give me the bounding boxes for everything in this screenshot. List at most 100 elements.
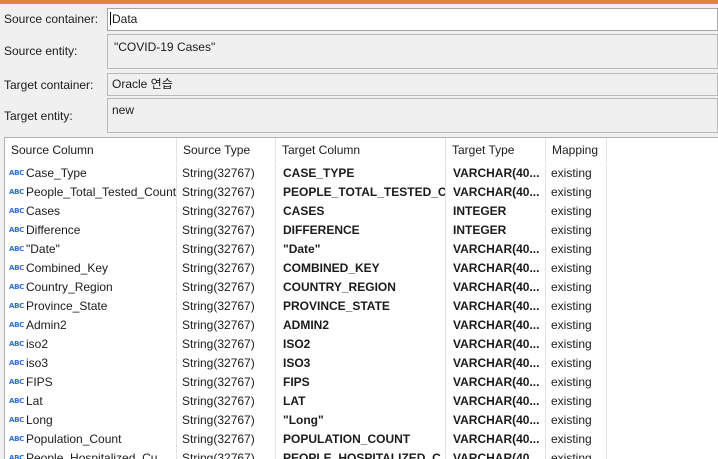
- source-column-cell[interactable]: ABC Long: [5, 411, 177, 430]
- table-row[interactable]: ABC iso2 String(32767) ISO2 VARCHAR(40... exi…: [5, 335, 718, 354]
- target-type-cell[interactable]: VARCHAR(40...: [446, 354, 546, 373]
- mapping-cell[interactable]: existing: [546, 202, 607, 221]
- target-column-cell[interactable]: DIFFERENCE: [276, 221, 446, 240]
- source-column-cell[interactable]: ABC Province_State: [5, 297, 177, 316]
- table-row[interactable]: ABC People_Hospitalized_Cu... String(32767…: [5, 449, 718, 459]
- source-type-cell[interactable]: String(32767): [177, 297, 276, 316]
- target-type-cell[interactable]: VARCHAR(40...: [446, 392, 546, 411]
- mapping-cell[interactable]: existing: [546, 221, 607, 240]
- target-type-cell[interactable]: VARCHAR(40...: [446, 430, 546, 449]
- target-column-cell[interactable]: ISO3: [276, 354, 446, 373]
- source-column-cell[interactable]: ABC FIPS: [5, 373, 177, 392]
- target-column-cell[interactable]: PROVINCE_STATE: [276, 297, 446, 316]
- mapping-cell[interactable]: existing: [546, 392, 607, 411]
- mapping-cell[interactable]: existing: [546, 183, 607, 202]
- source-type-cell[interactable]: String(32767): [177, 164, 276, 183]
- source-column-cell[interactable]: ABC Admin2: [5, 316, 177, 335]
- table-row[interactable]: ABC Province_State String(32767) PROVINCE_S…: [5, 297, 718, 316]
- table-row[interactable]: ABC People_Total_Tested_Count String(32767…: [5, 183, 718, 202]
- source-type-cell[interactable]: String(32767): [177, 354, 276, 373]
- table-row[interactable]: ABC Admin2 String(32767) ADMIN2 VARCHAR(40..…: [5, 316, 718, 335]
- target-column-cell[interactable]: "Long": [276, 411, 446, 430]
- mapping-cell[interactable]: existing: [546, 297, 607, 316]
- target-column-cell[interactable]: COMBINED_KEY: [276, 259, 446, 278]
- target-column-cell[interactable]: CASES: [276, 202, 446, 221]
- source-column-cell[interactable]: ABC People_Hospitalized_Cu...: [5, 449, 177, 459]
- source-type-cell[interactable]: String(32767): [177, 430, 276, 449]
- source-type-cell[interactable]: String(32767): [177, 449, 276, 459]
- target-type-cell[interactable]: INTEGER: [446, 202, 546, 221]
- target-type-cell[interactable]: VARCHAR(40...: [446, 240, 546, 259]
- source-type-cell[interactable]: String(32767): [177, 240, 276, 259]
- table-row[interactable]: ABC Population_Count String(32767) POPULATI…: [5, 430, 718, 449]
- source-column-cell[interactable]: ABC Population_Count: [5, 430, 177, 449]
- target-column-cell[interactable]: ISO2: [276, 335, 446, 354]
- target-entity-field[interactable]: new: [107, 98, 718, 133]
- mapping-cell[interactable]: existing: [546, 278, 607, 297]
- source-column-cell[interactable]: ABC Case_Type: [5, 164, 177, 183]
- source-type-cell[interactable]: String(32767): [177, 221, 276, 240]
- target-column-cell[interactable]: ADMIN2: [276, 316, 446, 335]
- target-type-cell[interactable]: VARCHAR(40...: [446, 335, 546, 354]
- table-row[interactable]: ABC Country_Region String(32767) COUNTRY_RE…: [5, 278, 718, 297]
- column-header-target-column[interactable]: Target Column: [276, 138, 446, 163]
- column-header-source-column[interactable]: Source Column: [5, 138, 177, 163]
- target-type-cell[interactable]: VARCHAR(40...: [446, 411, 546, 430]
- source-type-cell[interactable]: String(32767): [177, 316, 276, 335]
- target-type-cell[interactable]: VARCHAR(40...: [446, 278, 546, 297]
- table-row[interactable]: ABC Cases String(32767) CASES INTEGER existin…: [5, 202, 718, 221]
- table-row[interactable]: ABC Combined_Key String(32767) COMBINED_KEY…: [5, 259, 718, 278]
- target-type-cell[interactable]: VARCHAR(40...: [446, 316, 546, 335]
- column-header-target-type[interactable]: Target Type: [446, 138, 546, 163]
- target-type-cell[interactable]: VARCHAR(40...: [446, 259, 546, 278]
- column-header-mapping[interactable]: Mapping: [546, 138, 607, 163]
- source-type-cell[interactable]: String(32767): [177, 202, 276, 221]
- source-entity-field[interactable]: "COVID-19 Cases": [107, 34, 718, 69]
- source-column-cell[interactable]: ABC Country_Region: [5, 278, 177, 297]
- target-type-cell[interactable]: VARCHAR(40...: [446, 373, 546, 392]
- source-column-cell[interactable]: ABC People_Total_Tested_Count: [5, 183, 177, 202]
- target-column-cell[interactable]: PEOPLE_TOTAL_TESTED_C...: [276, 183, 446, 202]
- target-column-cell[interactable]: CASE_TYPE: [276, 164, 446, 183]
- mapping-cell[interactable]: existing: [546, 430, 607, 449]
- table-row[interactable]: ABC "Date" String(32767) "Date" VARCHAR(40..…: [5, 240, 718, 259]
- mapping-cell[interactable]: existing: [546, 411, 607, 430]
- target-column-cell[interactable]: PEOPLE_HOSPITALIZED_C...: [276, 449, 446, 459]
- mapping-cell[interactable]: existing: [546, 164, 607, 183]
- mapping-cell[interactable]: existing: [546, 240, 607, 259]
- target-column-cell[interactable]: "Date": [276, 240, 446, 259]
- column-header-source-type[interactable]: Source Type: [177, 138, 276, 163]
- mapping-cell[interactable]: existing: [546, 316, 607, 335]
- source-type-cell[interactable]: String(32767): [177, 392, 276, 411]
- target-column-cell[interactable]: LAT: [276, 392, 446, 411]
- target-type-cell[interactable]: VARCHAR(40...: [446, 297, 546, 316]
- target-type-cell[interactable]: VARCHAR(40...: [446, 183, 546, 202]
- source-type-cell[interactable]: String(32767): [177, 183, 276, 202]
- target-container-field[interactable]: Oracle 연습: [107, 73, 718, 96]
- target-column-cell[interactable]: FIPS: [276, 373, 446, 392]
- target-column-cell[interactable]: POPULATION_COUNT: [276, 430, 446, 449]
- source-column-cell[interactable]: ABC Cases: [5, 202, 177, 221]
- source-column-cell[interactable]: ABC Combined_Key: [5, 259, 177, 278]
- table-row[interactable]: ABC Case_Type String(32767) CASE_TYPE VARCHA…: [5, 164, 718, 183]
- target-column-cell[interactable]: COUNTRY_REGION: [276, 278, 446, 297]
- mapping-cell[interactable]: existing: [546, 449, 607, 459]
- target-type-cell[interactable]: INTEGER: [446, 221, 546, 240]
- source-type-cell[interactable]: String(32767): [177, 373, 276, 392]
- table-row[interactable]: ABC iso3 String(32767) ISO3 VARCHAR(40... exi…: [5, 354, 718, 373]
- source-column-cell[interactable]: ABC Lat: [5, 392, 177, 411]
- table-row[interactable]: ABC Difference String(32767) DIFFERENCE INTE…: [5, 221, 718, 240]
- table-row[interactable]: ABC Long String(32767) "Long" VARCHAR(40... e…: [5, 411, 718, 430]
- mapping-cell[interactable]: existing: [546, 373, 607, 392]
- mapping-cell[interactable]: existing: [546, 335, 607, 354]
- source-type-cell[interactable]: String(32767): [177, 411, 276, 430]
- source-type-cell[interactable]: String(32767): [177, 259, 276, 278]
- source-type-cell[interactable]: String(32767): [177, 335, 276, 354]
- source-type-cell[interactable]: String(32767): [177, 278, 276, 297]
- source-column-cell[interactable]: ABC iso2: [5, 335, 177, 354]
- table-row[interactable]: ABC FIPS String(32767) FIPS VARCHAR(40... exi…: [5, 373, 718, 392]
- target-type-cell[interactable]: VARCHAR(40...: [446, 449, 546, 459]
- mapping-cell[interactable]: existing: [546, 259, 607, 278]
- target-type-cell[interactable]: VARCHAR(40...: [446, 164, 546, 183]
- mapping-cell[interactable]: existing: [546, 354, 607, 373]
